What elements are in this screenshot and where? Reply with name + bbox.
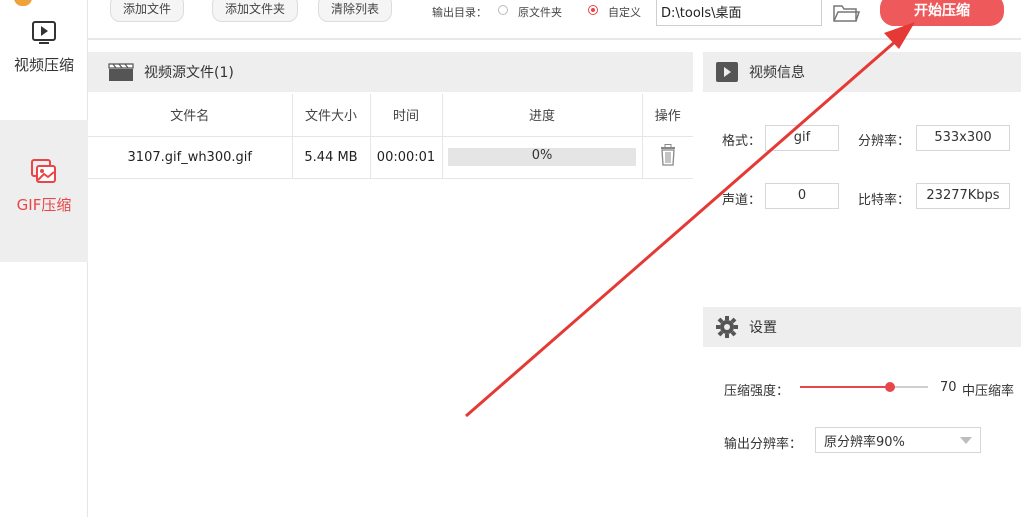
column-header-action: 操作 bbox=[642, 94, 693, 137]
trash-icon[interactable] bbox=[659, 144, 677, 170]
output-resolution-select[interactable]: 原分辨率90% bbox=[815, 427, 981, 453]
slider-fill bbox=[800, 386, 890, 388]
output-resolution-label: 输出分辨率： bbox=[724, 437, 803, 452]
folder-open-icon[interactable] bbox=[832, 2, 861, 24]
add-file-button[interactable]: 添加文件 bbox=[110, 0, 185, 22]
format-value: gif bbox=[765, 125, 839, 151]
progress-bar: 0% bbox=[448, 148, 636, 166]
gif-image-icon bbox=[31, 159, 56, 183]
format-label: 格式： bbox=[722, 134, 762, 149]
video-play-icon bbox=[32, 21, 56, 44]
sidebar: 视频压缩 GIF压缩 bbox=[0, 0, 88, 517]
column-header-time: 时间 bbox=[370, 94, 443, 137]
resolution-value: 533x300 bbox=[916, 125, 1010, 151]
compress-strength-slider[interactable] bbox=[800, 382, 928, 392]
settings-title: 设置 bbox=[749, 320, 777, 336]
channel-value: 0 bbox=[765, 183, 839, 209]
start-compress-button[interactable]: 开始压缩 bbox=[880, 0, 1004, 26]
file-list-header: 视频源文件(1) bbox=[88, 52, 693, 92]
add-folder-button[interactable]: 添加文件夹 bbox=[212, 0, 299, 22]
sidebar-item-label: 视频压缩 bbox=[13, 56, 74, 74]
bitrate-label: 比特率： bbox=[858, 193, 911, 208]
video-info-icon bbox=[716, 62, 738, 82]
progress-cell: 0% bbox=[442, 136, 643, 179]
radio-source-folder[interactable] bbox=[498, 5, 508, 15]
file-name-cell: 3107.gif_wh300.gif bbox=[88, 136, 293, 179]
column-header-progress: 进度 bbox=[442, 94, 643, 137]
bitrate-value: 23277Kbps bbox=[916, 183, 1010, 209]
compress-strength-value: 70 bbox=[940, 380, 957, 395]
table-row[interactable]: 3107.gif_wh300.gif 5.44 MB 00:00:01 0% bbox=[88, 136, 693, 179]
radio-custom-label: 自定义 bbox=[608, 6, 641, 19]
resolution-label: 分辨率： bbox=[858, 134, 911, 149]
column-header-size: 文件大小 bbox=[292, 94, 371, 137]
output-path-input[interactable] bbox=[656, 0, 822, 26]
action-cell bbox=[642, 136, 693, 179]
output-dir-label: 输出目录： bbox=[432, 6, 487, 19]
video-info-header: 视频信息 bbox=[703, 52, 1021, 92]
chevron-down-icon bbox=[960, 437, 972, 444]
sidebar-item-video-compress[interactable]: 视频压缩 bbox=[0, 0, 88, 118]
clear-list-button[interactable]: 清除列表 bbox=[318, 0, 393, 22]
clapperboard-icon bbox=[108, 63, 134, 81]
compress-strength-label: 压缩强度： bbox=[724, 384, 790, 399]
file-list-title: 视频源文件(1) bbox=[144, 65, 234, 81]
compress-strength-text: 中压缩率 bbox=[962, 384, 1015, 399]
settings-header: 设置 bbox=[703, 307, 1021, 347]
sidebar-item-label: GIF压缩 bbox=[16, 196, 72, 214]
gear-icon bbox=[716, 316, 738, 338]
file-list-panel: 视频源文件(1) 文件名 文件大小 时间 进度 操作 3107.gif_wh30… bbox=[88, 52, 693, 517]
column-header-filename: 文件名 bbox=[88, 94, 293, 137]
sidebar-item-gif-compress[interactable]: GIF压缩 bbox=[0, 120, 88, 262]
progress-text: 0% bbox=[531, 148, 553, 163]
slider-handle[interactable] bbox=[884, 382, 895, 392]
channel-label: 声道： bbox=[722, 193, 762, 208]
file-size-cell: 5.44 MB bbox=[292, 136, 371, 179]
file-time-cell: 00:00:01 bbox=[370, 136, 443, 179]
toolbar: 添加文件 添加文件夹 清除列表 输出目录： 原文件夹 自定义 开始压缩 bbox=[88, 0, 1021, 40]
file-table: 文件名 文件大小 时间 进度 操作 3107.gif_wh300.gif 5.4… bbox=[88, 94, 693, 179]
radio-custom-folder[interactable] bbox=[588, 5, 598, 15]
radio-source-label: 原文件夹 bbox=[518, 6, 562, 19]
output-resolution-value: 原分辨率90% bbox=[824, 435, 905, 450]
video-info-title: 视频信息 bbox=[749, 65, 805, 81]
